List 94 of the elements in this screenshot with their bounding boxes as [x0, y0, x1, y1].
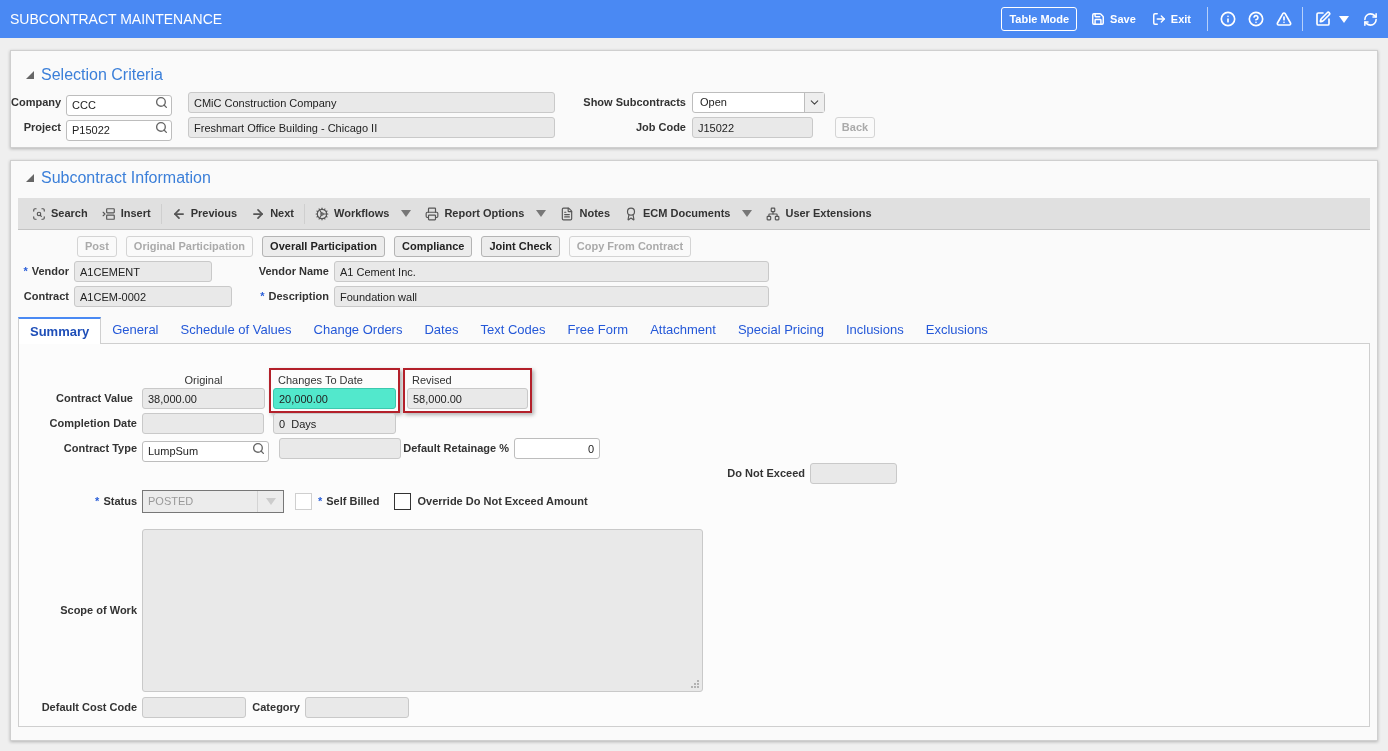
checkbox[interactable]: [394, 493, 412, 510]
right-arrow-icon: [251, 206, 266, 221]
field-label: Contract: [22, 289, 70, 305]
collapse-icon[interactable]: [25, 173, 35, 183]
vendor-name-field[interactable]: A1 Cement Inc.: [334, 261, 769, 282]
toolbar-button[interactable]: Notes: [560, 205, 611, 222]
checkbox-label: Override Do Not Exceed Amount: [417, 494, 588, 510]
edit-icon[interactable]: [1315, 11, 1331, 27]
tab[interactable]: Text Codes: [469, 316, 557, 343]
company-field[interactable]: CCC: [66, 94, 172, 116]
tab[interactable]: Schedule of Values: [169, 316, 303, 343]
field-label: Scope of Work: [59, 603, 138, 619]
tab[interactable]: Dates: [413, 316, 470, 343]
section-title: Selection Criteria: [41, 65, 163, 85]
caret-icon[interactable]: [401, 210, 412, 217]
toolbar-button[interactable]: Report Options: [425, 205, 525, 222]
field-label: * Vendor: [22, 264, 70, 280]
column-header: Revised: [411, 373, 453, 388]
field-label: * Status: [94, 494, 138, 510]
field-label: Project: [22, 120, 62, 136]
collapse-icon[interactable]: [25, 70, 35, 80]
field-label: Default Cost Code: [40, 700, 138, 716]
section-title: Subcontract Information: [41, 168, 211, 188]
contract-value-field[interactable]: 38,000.00: [142, 388, 265, 409]
insert-rows-icon: [101, 206, 116, 221]
tab[interactable]: General: [101, 316, 170, 343]
duration-field[interactable]: 0 Days: [273, 413, 396, 434]
search-icon: [32, 206, 46, 221]
vendor-field[interactable]: A1CEMENT: [74, 261, 212, 282]
field-label: Company: [11, 95, 63, 111]
category-field[interactable]: [305, 697, 409, 718]
caret-icon[interactable]: [1339, 15, 1349, 23]
tab[interactable]: Free Form: [556, 316, 640, 343]
toolbar-button[interactable]: Workflows: [315, 205, 390, 222]
tab[interactable]: Exclusions: [914, 316, 999, 343]
scope-of-work-field[interactable]: [142, 529, 703, 692]
search-icon[interactable]: [155, 96, 168, 109]
contract-type-description-field[interactable]: [279, 438, 401, 459]
info-icon[interactable]: [1220, 11, 1236, 27]
checkbox-label: * Self Billed: [318, 494, 380, 510]
toolbar-button[interactable]: Search: [32, 205, 88, 222]
help-icon[interactable]: [1248, 11, 1264, 27]
toolbar-button[interactable]: Previous: [171, 205, 238, 222]
contract-value-field[interactable]: 20,000.00: [273, 388, 396, 409]
toolbar-button[interactable]: ECM Documents: [624, 205, 731, 222]
contract-type-field[interactable]: LumpSum: [142, 440, 269, 462]
tab[interactable]: Special Pricing: [726, 316, 835, 343]
tab[interactable]: Change Orders: [302, 316, 414, 343]
field-label: Do Not Exceed: [726, 466, 806, 482]
field-label: Contract Value: [54, 391, 134, 407]
search-icon[interactable]: [155, 121, 168, 134]
field-label: Vendor Name: [257, 264, 330, 280]
contract-field[interactable]: A1CEM-0002: [74, 286, 232, 307]
field-label: * Description: [259, 289, 330, 305]
default-cost-code-field[interactable]: [142, 697, 246, 718]
exit-door-icon: [1151, 12, 1166, 26]
tab[interactable]: Summary: [18, 317, 102, 344]
tab[interactable]: Attachment: [639, 316, 727, 343]
field-label: Contract Type: [62, 441, 138, 457]
resize-grip-icon: [690, 679, 699, 688]
toolbar-button[interactable]: Insert: [101, 205, 151, 222]
field-label: Default Retainage %: [402, 441, 510, 457]
field-label: Job Code: [634, 120, 687, 136]
refresh-icon[interactable]: [1363, 11, 1378, 27]
do-not-exceed-field[interactable]: [810, 463, 897, 484]
project-name-field[interactable]: Freshmart Office Building - Chicago II: [188, 117, 555, 138]
job-code-field[interactable]: J15022: [692, 117, 813, 138]
action-button[interactable]: Overall Participation: [262, 236, 386, 257]
action-button[interactable]: Compliance: [394, 236, 473, 257]
column-header: Changes To Date: [277, 373, 364, 388]
company-name-field[interactable]: CMiC Construction Company: [188, 92, 555, 113]
caret-icon[interactable]: [536, 210, 547, 217]
left-arrow-icon: [171, 206, 186, 221]
warning-icon[interactable]: [1276, 11, 1292, 27]
field-label: Show Subcontracts: [582, 95, 687, 111]
contract-value-field[interactable]: 58,000.00: [407, 388, 528, 409]
column-header: Original: [183, 373, 224, 388]
tab[interactable]: Inclusions: [834, 316, 915, 343]
description-field[interactable]: Foundation wall: [334, 286, 769, 307]
document-icon: [560, 206, 575, 221]
hierarchy-icon: [766, 206, 781, 221]
field-label: Completion Date: [48, 416, 138, 432]
search-icon[interactable]: [252, 442, 265, 455]
window-title: SUBCONTRACT MAINTENANCE: [10, 9, 223, 29]
toolbar-button[interactable]: User Extensions: [766, 205, 872, 222]
show-subcontracts-select[interactable]: Open: [692, 92, 825, 113]
project-field[interactable]: P15022: [66, 119, 172, 141]
printer-icon: [425, 206, 440, 221]
default-retainage-field[interactable]: 0: [514, 438, 600, 459]
caret-icon[interactable]: [742, 210, 753, 217]
completion-date-field[interactable]: [142, 413, 264, 434]
field-label: Category: [251, 700, 301, 716]
toolbar-button[interactable]: Next: [251, 205, 294, 222]
action-button[interactable]: Joint Check: [481, 236, 560, 257]
